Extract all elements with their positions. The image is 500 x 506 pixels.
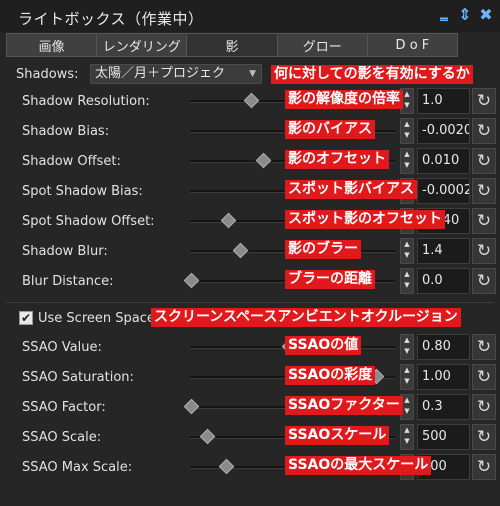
ssao-setting-annotation: SSAOの値: [285, 336, 362, 355]
reset-icon[interactable]: ↻: [472, 88, 496, 114]
reset-icon[interactable]: ↻: [472, 334, 496, 360]
shadow-setting-annotation: 影のオフセット: [285, 150, 389, 169]
shadow-setting-annotation: 影のバイアス: [285, 120, 375, 139]
reset-icon[interactable]: ↻: [472, 178, 496, 204]
spin-down-icon[interactable]: ▼: [401, 280, 413, 291]
shadow-setting-annotation: スポット影バイアス: [285, 180, 417, 199]
shadow-setting-spinner[interactable]: ▲▼: [400, 148, 414, 174]
shadow-setting-spinner[interactable]: ▲▼: [400, 118, 414, 144]
window-title: ライトボックス（作業中）: [18, 10, 204, 28]
spin-up-icon[interactable]: ▲: [401, 365, 413, 376]
shadows-label: Shadows:: [16, 67, 79, 82]
ssao-setting-label: SSAO Max Scale:: [22, 460, 133, 475]
slider-handle[interactable]: [183, 272, 200, 289]
spin-up-icon[interactable]: ▲: [401, 239, 413, 250]
spin-down-icon[interactable]: ▼: [401, 376, 413, 387]
spin-down-icon[interactable]: ▼: [401, 346, 413, 357]
ssao-setting-spinner[interactable]: ▲▼: [400, 364, 414, 390]
shadow-setting-spinner[interactable]: ▲▼: [400, 238, 414, 264]
shadow-setting-value-field[interactable]: -0.0002: [417, 178, 470, 204]
tab-image[interactable]: 画像: [6, 33, 98, 57]
shadow-setting-annotation: スポット影のオフセット: [285, 210, 445, 229]
slider-handle[interactable]: [244, 92, 260, 109]
close-icon[interactable]: ✖: [478, 6, 494, 24]
minimize-icon[interactable]: ‗: [436, 3, 452, 21]
ssao-setting-spinner[interactable]: ▲▼: [400, 424, 414, 450]
shadow-setting-label: Shadow Bias:: [22, 124, 110, 139]
shadow-setting-label: Blur Distance:: [22, 274, 114, 289]
ssao-checkbox-label: Use Screen Space: [38, 311, 155, 326]
ssao-setting-value-field[interactable]: 500: [417, 424, 470, 450]
shadow-setting-value-field[interactable]: 1.4: [417, 238, 470, 264]
tab-shadow[interactable]: 影: [187, 33, 278, 57]
shadow-setting-label: Shadow Offset:: [22, 154, 121, 169]
annotation-ssao: スクリーンスペースアンビエントオクルージョン: [151, 308, 461, 327]
ssao-setting-label: SSAO Scale:: [22, 430, 102, 445]
shadow-setting-annotation: 影の解像度の倍率: [285, 90, 403, 109]
slider-handle[interactable]: [232, 242, 249, 259]
slider-handle[interactable]: [255, 152, 272, 169]
tab-bar: 画像 レンダリング 影 グロー D o F: [6, 33, 459, 57]
slider-handle[interactable]: [183, 398, 200, 415]
shadow-setting-annotation: 影のブラー: [285, 240, 361, 259]
ssao-setting-label: SSAO Value:: [22, 340, 102, 355]
slider-handle[interactable]: [220, 212, 237, 229]
reset-icon[interactable]: ↻: [472, 364, 496, 390]
slider-handle[interactable]: [218, 458, 235, 475]
chevron-down-icon: ▼: [249, 69, 256, 79]
spin-up-icon[interactable]: ▲: [401, 269, 413, 280]
ssao-setting-value-field[interactable]: 0.3: [417, 394, 470, 420]
shadow-setting-value-field[interactable]: 0.010: [417, 148, 470, 174]
spin-up-icon[interactable]: ▲: [401, 425, 413, 436]
reset-icon[interactable]: ↻: [472, 238, 496, 264]
shadow-setting-value-field[interactable]: 0.0: [417, 268, 470, 294]
shadow-setting-label: Spot Shadow Bias:: [22, 184, 143, 199]
spin-up-icon[interactable]: ▲: [401, 149, 413, 160]
title-bar: ライトボックス（作業中） ‗ ⇕ ✖: [0, 0, 500, 32]
shadow-setting-value-field[interactable]: -0.0020: [417, 118, 470, 144]
spin-down-icon[interactable]: ▼: [401, 406, 413, 417]
shadow-setting-spinner[interactable]: ▲▼: [400, 268, 414, 294]
ssao-checkbox[interactable]: ✔: [19, 311, 33, 325]
ssao-setting-annotation: SSAOファクター: [285, 396, 403, 415]
reset-icon[interactable]: ↻: [472, 394, 496, 420]
reset-icon[interactable]: ↻: [472, 424, 496, 450]
spin-up-icon[interactable]: ▲: [401, 335, 413, 346]
tab-dof[interactable]: D o F: [367, 33, 459, 57]
tab-rendering[interactable]: レンダリング: [97, 33, 188, 57]
reset-icon[interactable]: ↻: [472, 148, 496, 174]
spin-down-icon[interactable]: ▼: [401, 130, 413, 141]
shadow-setting-label: Shadow Blur:: [22, 244, 108, 259]
reset-icon[interactable]: ↻: [472, 268, 496, 294]
reset-icon[interactable]: ↻: [472, 454, 496, 480]
tab-glow[interactable]: グロー: [277, 33, 368, 57]
spin-down-icon[interactable]: ▼: [401, 250, 413, 261]
shadows-dropdown-value: 太陽／月＋プロジェク: [95, 66, 226, 81]
spin-down-icon[interactable]: ▼: [401, 436, 413, 447]
ssao-setting-annotation: SSAOの最大スケール: [285, 456, 432, 475]
dock-icon[interactable]: ⇕: [457, 6, 473, 24]
ssao-setting-value-field[interactable]: 0.80: [417, 334, 470, 360]
shadow-setting-annotation: ブラーの距離: [285, 270, 375, 289]
shadow-setting-label: Spot Shadow Offset:: [22, 214, 155, 229]
ssao-setting-label: SSAO Saturation:: [22, 370, 134, 385]
reset-icon[interactable]: ↻: [472, 208, 496, 234]
ssao-setting-spinner[interactable]: ▲▼: [400, 334, 414, 360]
slider-handle[interactable]: [199, 428, 215, 445]
annotation-shadows: 何に対しての影を有効にするか: [271, 65, 473, 84]
ssao-setting-label: SSAO Factor:: [22, 400, 106, 415]
section-divider: [6, 302, 494, 303]
spin-down-icon[interactable]: ▼: [401, 160, 413, 171]
shadow-setting-label: Shadow Resolution:: [22, 94, 150, 109]
spin-up-icon[interactable]: ▲: [401, 395, 413, 406]
shadow-setting-value-field[interactable]: 1.0: [417, 88, 470, 114]
ssao-setting-annotation: SSAOの彩度: [285, 366, 376, 385]
shadows-dropdown[interactable]: 太陽／月＋プロジェク ▼: [90, 64, 262, 84]
ssao-setting-annotation: SSAOスケール: [285, 426, 390, 445]
reset-icon[interactable]: ↻: [472, 118, 496, 144]
spin-up-icon[interactable]: ▲: [401, 119, 413, 130]
ssao-setting-value-field[interactable]: 1.00: [417, 364, 470, 390]
